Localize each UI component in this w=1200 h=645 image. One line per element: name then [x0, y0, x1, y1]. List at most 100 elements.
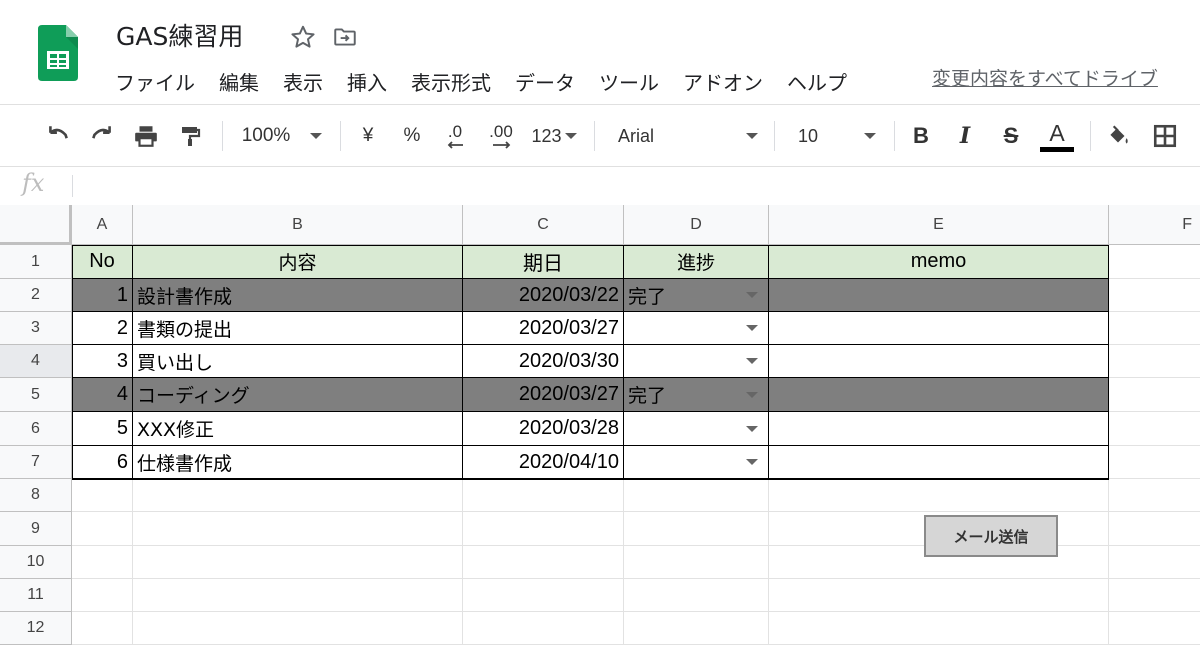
select-all-corner[interactable]	[0, 205, 72, 245]
cell-date[interactable]: 2020/03/27	[463, 312, 624, 345]
empty-cell[interactable]	[624, 512, 769, 546]
empty-cell[interactable]	[1109, 446, 1200, 479]
cell-no[interactable]: 3	[72, 345, 133, 378]
table-header-memo[interactable]: memo	[769, 245, 1109, 279]
menu-format[interactable]: 表示形式	[411, 67, 491, 96]
row-header-11[interactable]: 11	[0, 579, 72, 612]
table-header-status[interactable]: 進捗	[624, 245, 769, 279]
cell-status-dropdown[interactable]	[624, 312, 769, 345]
cell-task[interactable]: 書類の提出	[133, 312, 463, 345]
column-header-a[interactable]: A	[72, 205, 133, 245]
row-header-2[interactable]: 2	[0, 279, 72, 312]
zoom-select[interactable]: 100%	[234, 105, 330, 167]
cell-no[interactable]: 6	[72, 446, 133, 479]
empty-cell[interactable]	[624, 546, 769, 579]
empty-cell[interactable]	[463, 512, 624, 546]
fill-color-icon[interactable]	[1102, 105, 1134, 167]
column-header-f[interactable]: F	[1109, 205, 1200, 245]
empty-cell[interactable]	[624, 612, 769, 645]
send-mail-button[interactable]: メール送信	[924, 515, 1058, 557]
empty-cell[interactable]	[1109, 378, 1200, 412]
menu-edit[interactable]: 編集	[219, 67, 259, 96]
empty-cell[interactable]	[1109, 312, 1200, 345]
cell-task[interactable]: XXX修正	[133, 412, 463, 446]
empty-cell[interactable]	[1109, 512, 1200, 546]
empty-cell[interactable]	[1109, 279, 1200, 312]
empty-cell[interactable]	[769, 579, 1109, 612]
row-header-12[interactable]: 12	[0, 612, 72, 645]
cell-no[interactable]: 2	[72, 312, 133, 345]
dropdown-arrow-icon[interactable]	[746, 358, 758, 364]
currency-format-button[interactable]: ¥	[354, 105, 382, 167]
cell-date[interactable]: 2020/03/28	[463, 412, 624, 446]
empty-cell[interactable]	[1109, 245, 1200, 279]
bold-button[interactable]: B	[906, 105, 936, 167]
cell-status-dropdown[interactable]	[624, 446, 769, 479]
cell-memo[interactable]	[769, 345, 1109, 378]
row-header-7[interactable]: 7	[0, 446, 72, 479]
menu-insert[interactable]: 挿入	[347, 67, 387, 96]
empty-cell[interactable]	[1109, 546, 1200, 579]
empty-cell[interactable]	[769, 479, 1109, 512]
menu-help[interactable]: ヘルプ	[787, 67, 847, 96]
menu-addons[interactable]: アドオン	[683, 67, 763, 96]
redo-icon[interactable]	[84, 105, 120, 167]
font-size-select[interactable]: 10	[788, 105, 880, 167]
font-family-select[interactable]: Arial	[610, 105, 762, 167]
row-header-3[interactable]: 3	[0, 312, 72, 345]
star-icon[interactable]	[290, 24, 316, 50]
cell-date[interactable]: 2020/03/27	[463, 378, 624, 412]
cell-status-dropdown[interactable]: 完了	[624, 279, 769, 312]
cell-no[interactable]: 5	[72, 412, 133, 446]
empty-cell[interactable]	[72, 579, 133, 612]
cell-task[interactable]: コーディング	[133, 378, 463, 412]
cell-date[interactable]: 2020/03/22	[463, 279, 624, 312]
cell-memo[interactable]	[769, 378, 1109, 412]
cell-status-dropdown[interactable]: 完了	[624, 378, 769, 412]
cell-no[interactable]: 4	[72, 378, 133, 412]
empty-cell[interactable]	[133, 546, 463, 579]
cell-memo[interactable]	[769, 279, 1109, 312]
menu-file[interactable]: ファイル	[115, 67, 195, 96]
table-header-no[interactable]: No	[72, 245, 133, 279]
column-header-c[interactable]: C	[463, 205, 624, 245]
empty-cell[interactable]	[463, 479, 624, 512]
cell-status-dropdown[interactable]	[624, 412, 769, 446]
dropdown-arrow-icon[interactable]	[746, 391, 758, 398]
cell-memo[interactable]	[769, 412, 1109, 446]
table-header-date[interactable]: 期日	[463, 245, 624, 279]
column-header-b[interactable]: B	[133, 205, 463, 245]
column-header-e[interactable]: E	[769, 205, 1109, 245]
cell-task[interactable]: 設計書作成	[133, 279, 463, 312]
italic-button[interactable]: I	[950, 105, 980, 167]
cell-memo[interactable]	[769, 446, 1109, 479]
empty-cell[interactable]	[72, 479, 133, 512]
empty-cell[interactable]	[463, 546, 624, 579]
empty-cell[interactable]	[133, 512, 463, 546]
dropdown-arrow-icon[interactable]	[746, 459, 758, 465]
empty-cell[interactable]	[1109, 612, 1200, 645]
cell-task[interactable]: 買い出し	[133, 345, 463, 378]
empty-cell[interactable]	[1109, 579, 1200, 612]
empty-cell[interactable]	[1109, 412, 1200, 446]
doc-title[interactable]: GAS練習用	[116, 17, 243, 53]
cell-task[interactable]: 仕様書作成	[133, 446, 463, 479]
row-header-8[interactable]: 8	[0, 479, 72, 512]
more-formats-button[interactable]: 123	[528, 105, 580, 167]
dropdown-arrow-icon[interactable]	[746, 292, 758, 298]
empty-cell[interactable]	[72, 512, 133, 546]
row-header-6[interactable]: 6	[0, 412, 72, 446]
increase-decimal-button[interactable]: .00	[482, 105, 520, 167]
dropdown-arrow-icon[interactable]	[746, 325, 758, 331]
empty-cell[interactable]	[624, 479, 769, 512]
text-color-button[interactable]: A	[1038, 105, 1076, 167]
menu-tools[interactable]: ツール	[599, 67, 659, 96]
empty-cell[interactable]	[133, 579, 463, 612]
empty-cell[interactable]	[133, 612, 463, 645]
row-header-5[interactable]: 5	[0, 378, 72, 412]
save-status-link[interactable]: 変更内容をすべてドライブ	[932, 64, 1158, 91]
empty-cell[interactable]	[463, 579, 624, 612]
cell-no[interactable]: 1	[72, 279, 133, 312]
move-to-folder-icon[interactable]	[332, 24, 358, 50]
menu-view[interactable]: 表示	[283, 67, 323, 96]
